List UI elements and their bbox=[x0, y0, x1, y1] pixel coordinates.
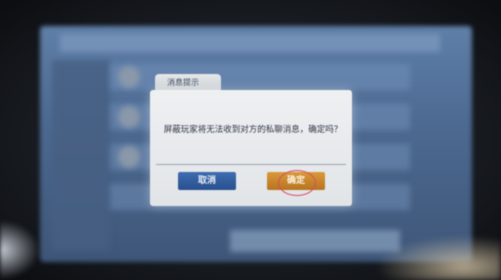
dialog-body: 屏蔽玩家将无法收到对方的私聊消息，确定吗？ 取消 确定 bbox=[150, 90, 352, 206]
background-side-panel bbox=[52, 60, 110, 250]
dialog-divider bbox=[156, 164, 346, 165]
background-top-bar bbox=[60, 34, 440, 52]
background-avatar bbox=[118, 66, 140, 88]
glare-right bbox=[375, 235, 501, 280]
background-avatar bbox=[118, 146, 140, 168]
background-avatar bbox=[118, 106, 140, 128]
dialog-message: 屏蔽玩家将无法收到对方的私聊消息，确定吗？ bbox=[163, 125, 343, 135]
highlight-circle-annotation bbox=[278, 170, 316, 196]
glare-left bbox=[0, 220, 40, 280]
cancel-button[interactable]: 取消 bbox=[178, 172, 236, 190]
message-dialog: 消息提示 屏蔽玩家将无法收到对方的私聊消息，确定吗？ 取消 确定 bbox=[150, 74, 352, 206]
